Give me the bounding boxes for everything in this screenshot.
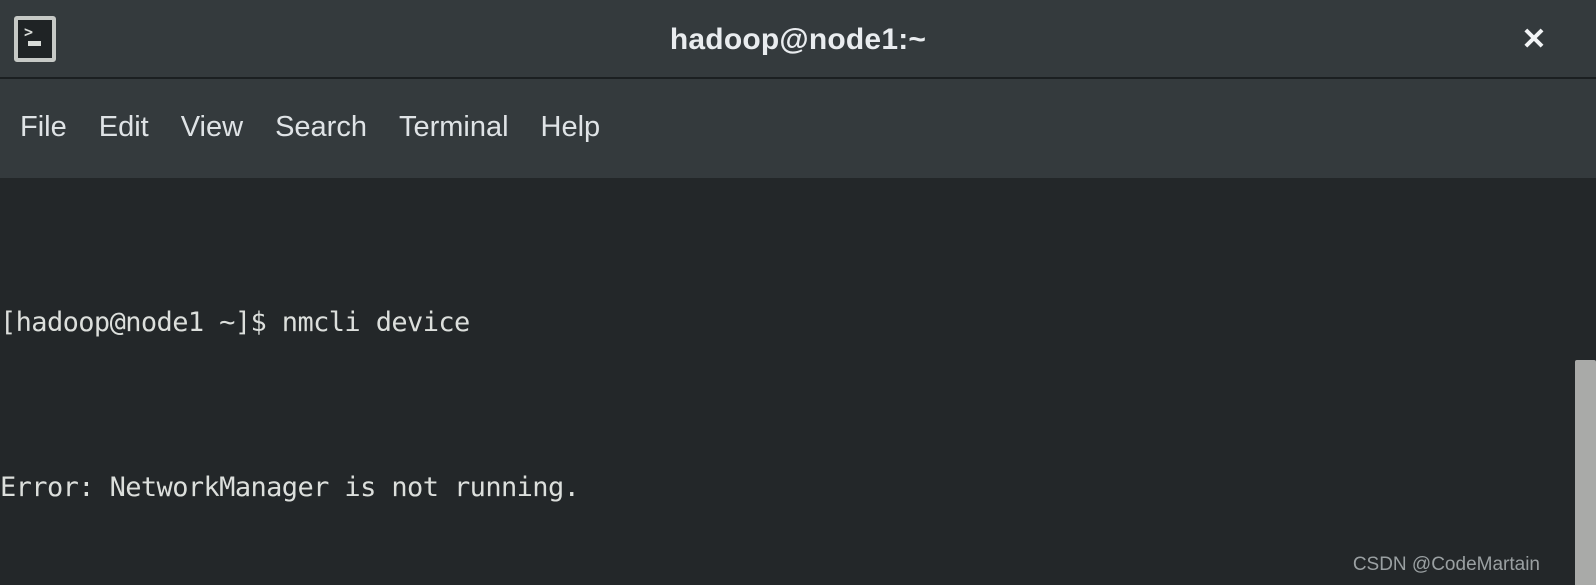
menu-item-edit[interactable]: Edit (83, 109, 165, 148)
menu-item-search[interactable]: Search (259, 109, 383, 148)
menu-item-help[interactable]: Help (525, 109, 617, 148)
terminal-output-area[interactable]: [hadoop@node1 ~]$ nmcli device Error: Ne… (0, 178, 1570, 585)
menu-item-terminal[interactable]: Terminal (383, 109, 525, 148)
terminal-lines: [hadoop@node1 ~]$ nmcli device Error: Ne… (0, 185, 1570, 585)
menu-item-view[interactable]: View (165, 109, 259, 148)
window-titlebar: > hadoop@node1:~ ✕ (0, 0, 1596, 79)
terminal-window: > hadoop@node1:~ ✕ File Edit View Search… (0, 0, 1596, 585)
menubar: File Edit View Search Terminal Help (0, 79, 1596, 178)
scrollbar-thumb[interactable] (1575, 360, 1596, 585)
menu-item-file[interactable]: File (12, 109, 83, 148)
watermark-label: CSDN @CodeMartain (1352, 554, 1540, 575)
window-title: hadoop@node1:~ (669, 23, 927, 56)
terminal-line-command: [hadoop@node1 ~]$ nmcli device (0, 307, 470, 338)
close-icon[interactable]: ✕ (1514, 19, 1554, 61)
scrollbar-track[interactable] (1570, 178, 1596, 585)
terminal-line-error: Error: NetworkManager is not running. (0, 472, 580, 503)
